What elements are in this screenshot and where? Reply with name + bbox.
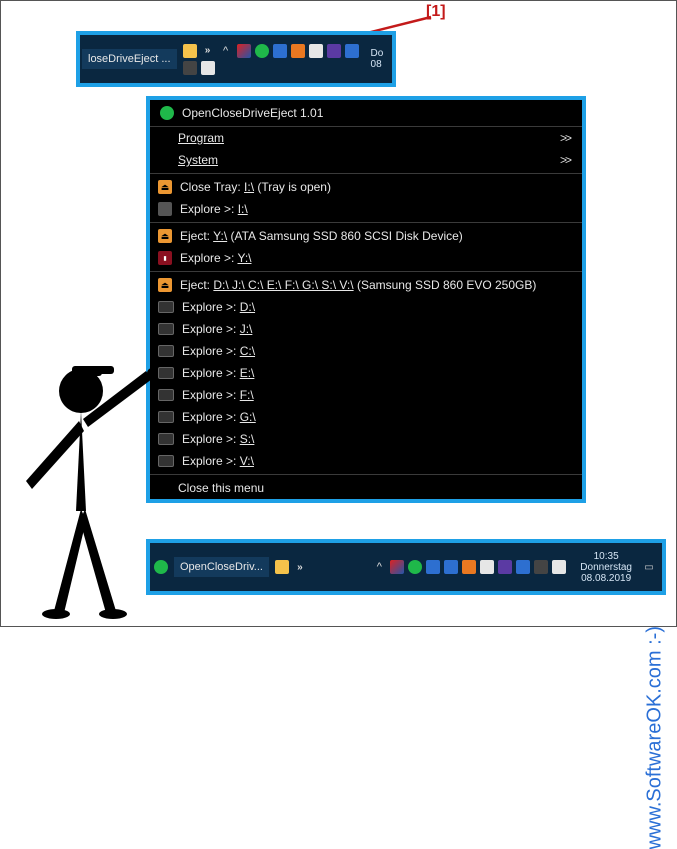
more-icon[interactable]: » (293, 560, 307, 574)
chevron-up-icon[interactable]: ^ (372, 560, 386, 574)
menu-item-close-menu[interactable]: Close this menu (150, 477, 582, 499)
purple-app-icon[interactable] (498, 560, 512, 574)
separator (150, 222, 582, 223)
menu-item-explore-g[interactable]: Explore >: G:\ (150, 406, 582, 428)
green-circle-icon[interactable] (255, 44, 269, 58)
watermark: www.SoftwareOK.com :-) (643, 626, 666, 849)
annotation-label: [1] (426, 3, 446, 21)
menu-title-row: OpenCloseDriveEject 1.01 (150, 100, 582, 127)
menu-item-explore-c[interactable]: Explore >: C:\ (150, 340, 582, 362)
submenu-arrow-icon: >> (560, 153, 570, 167)
blue-app-icon-2[interactable] (444, 560, 458, 574)
menu-item-eject-y[interactable]: ⏏ Eject: Y:\ (ATA Samsung SSD 860 SCSI D… (150, 225, 582, 247)
purple-app-icon[interactable] (327, 44, 341, 58)
white-app-icon-2[interactable] (552, 560, 566, 574)
menu-title: OpenCloseDriveEject 1.01 (182, 106, 323, 120)
app-icon (160, 106, 174, 120)
drive-icon (158, 301, 174, 313)
white-app-icon[interactable] (309, 44, 323, 58)
menu-item-explore-j[interactable]: Explore >: J:\ (150, 318, 582, 340)
menu-item-system[interactable]: System >> (150, 149, 582, 171)
task-button[interactable]: loseDriveEject ... (82, 49, 177, 69)
taskbar-preview-bottom: OpenCloseDriv... » ^ 10:35 Donnerstag 08… (146, 539, 666, 595)
pointing-figure (6, 331, 176, 621)
clock-time: 10:35 (580, 551, 632, 562)
menu-item-program[interactable]: Program >> (150, 127, 582, 149)
task-button[interactable]: OpenCloseDriv... (174, 557, 269, 577)
chevron-up-icon[interactable]: ^ (219, 44, 233, 58)
separator (150, 271, 582, 272)
menu-item-close-tray[interactable]: ⏏ Close Tray: I:\ (Tray is open) (150, 176, 582, 198)
menu-item-explore-y[interactable]: ▮ Explore >: Y:\ (150, 247, 582, 269)
clock: Do 08 (367, 48, 388, 70)
drive-icon (158, 202, 172, 216)
blue-app-icon[interactable] (426, 560, 440, 574)
menu-item-explore-s[interactable]: Explore >: S:\ (150, 428, 582, 450)
separator (150, 474, 582, 475)
menu-item-explore-v[interactable]: Explore >: V:\ (150, 450, 582, 472)
menu-item-explore-e[interactable]: Explore >: E:\ (150, 362, 582, 384)
gray-app-icon[interactable] (534, 560, 548, 574)
shield-icon[interactable] (237, 44, 251, 58)
clock-date: 08.08.2019 (580, 573, 632, 584)
menu-item-explore-d[interactable]: Explore >: D:\ (150, 296, 582, 318)
system-tray: ^ (368, 558, 576, 576)
eject-icon: ⏏ (158, 278, 172, 292)
white-app-icon[interactable] (480, 560, 494, 574)
notifications-icon[interactable]: ▭ (642, 560, 656, 574)
blue-app-icon-2[interactable] (345, 44, 359, 58)
taskbar-preview-top: loseDriveEject ... » ^ Do 08 (76, 31, 396, 87)
folder-icon[interactable] (275, 560, 289, 574)
more-icon[interactable]: » (201, 44, 215, 58)
system-tray: » ^ (179, 42, 367, 77)
menu-item-eject-multi[interactable]: ⏏ Eject: D:\ J:\ C:\ E:\ F:\ G:\ S:\ V:\… (150, 274, 582, 296)
blue-app-icon-3[interactable] (516, 560, 530, 574)
folder-icon[interactable] (183, 44, 197, 58)
white-app-icon-2[interactable] (201, 61, 215, 75)
context-menu: OpenCloseDriveEject 1.01 Program >> Syst… (146, 96, 586, 503)
orange-app-icon[interactable] (291, 44, 305, 58)
orange-app-icon[interactable] (462, 560, 476, 574)
green-circle-icon[interactable] (408, 560, 422, 574)
clock-day: Donnerstag (580, 562, 632, 573)
eject-icon: ⏏ (158, 180, 172, 194)
submenu-arrow-icon: >> (560, 131, 570, 145)
shield-icon[interactable] (390, 560, 404, 574)
drive-icon: ▮ (158, 251, 172, 265)
menu-item-explore-f[interactable]: Explore >: F:\ (150, 384, 582, 406)
eject-icon: ⏏ (158, 229, 172, 243)
menu-item-explore-i[interactable]: Explore >: I:\ (150, 198, 582, 220)
gray-app-icon[interactable] (183, 61, 197, 75)
clock[interactable]: 10:35 Donnerstag 08.08.2019 (576, 551, 636, 584)
separator (150, 173, 582, 174)
blue-app-icon[interactable] (273, 44, 287, 58)
